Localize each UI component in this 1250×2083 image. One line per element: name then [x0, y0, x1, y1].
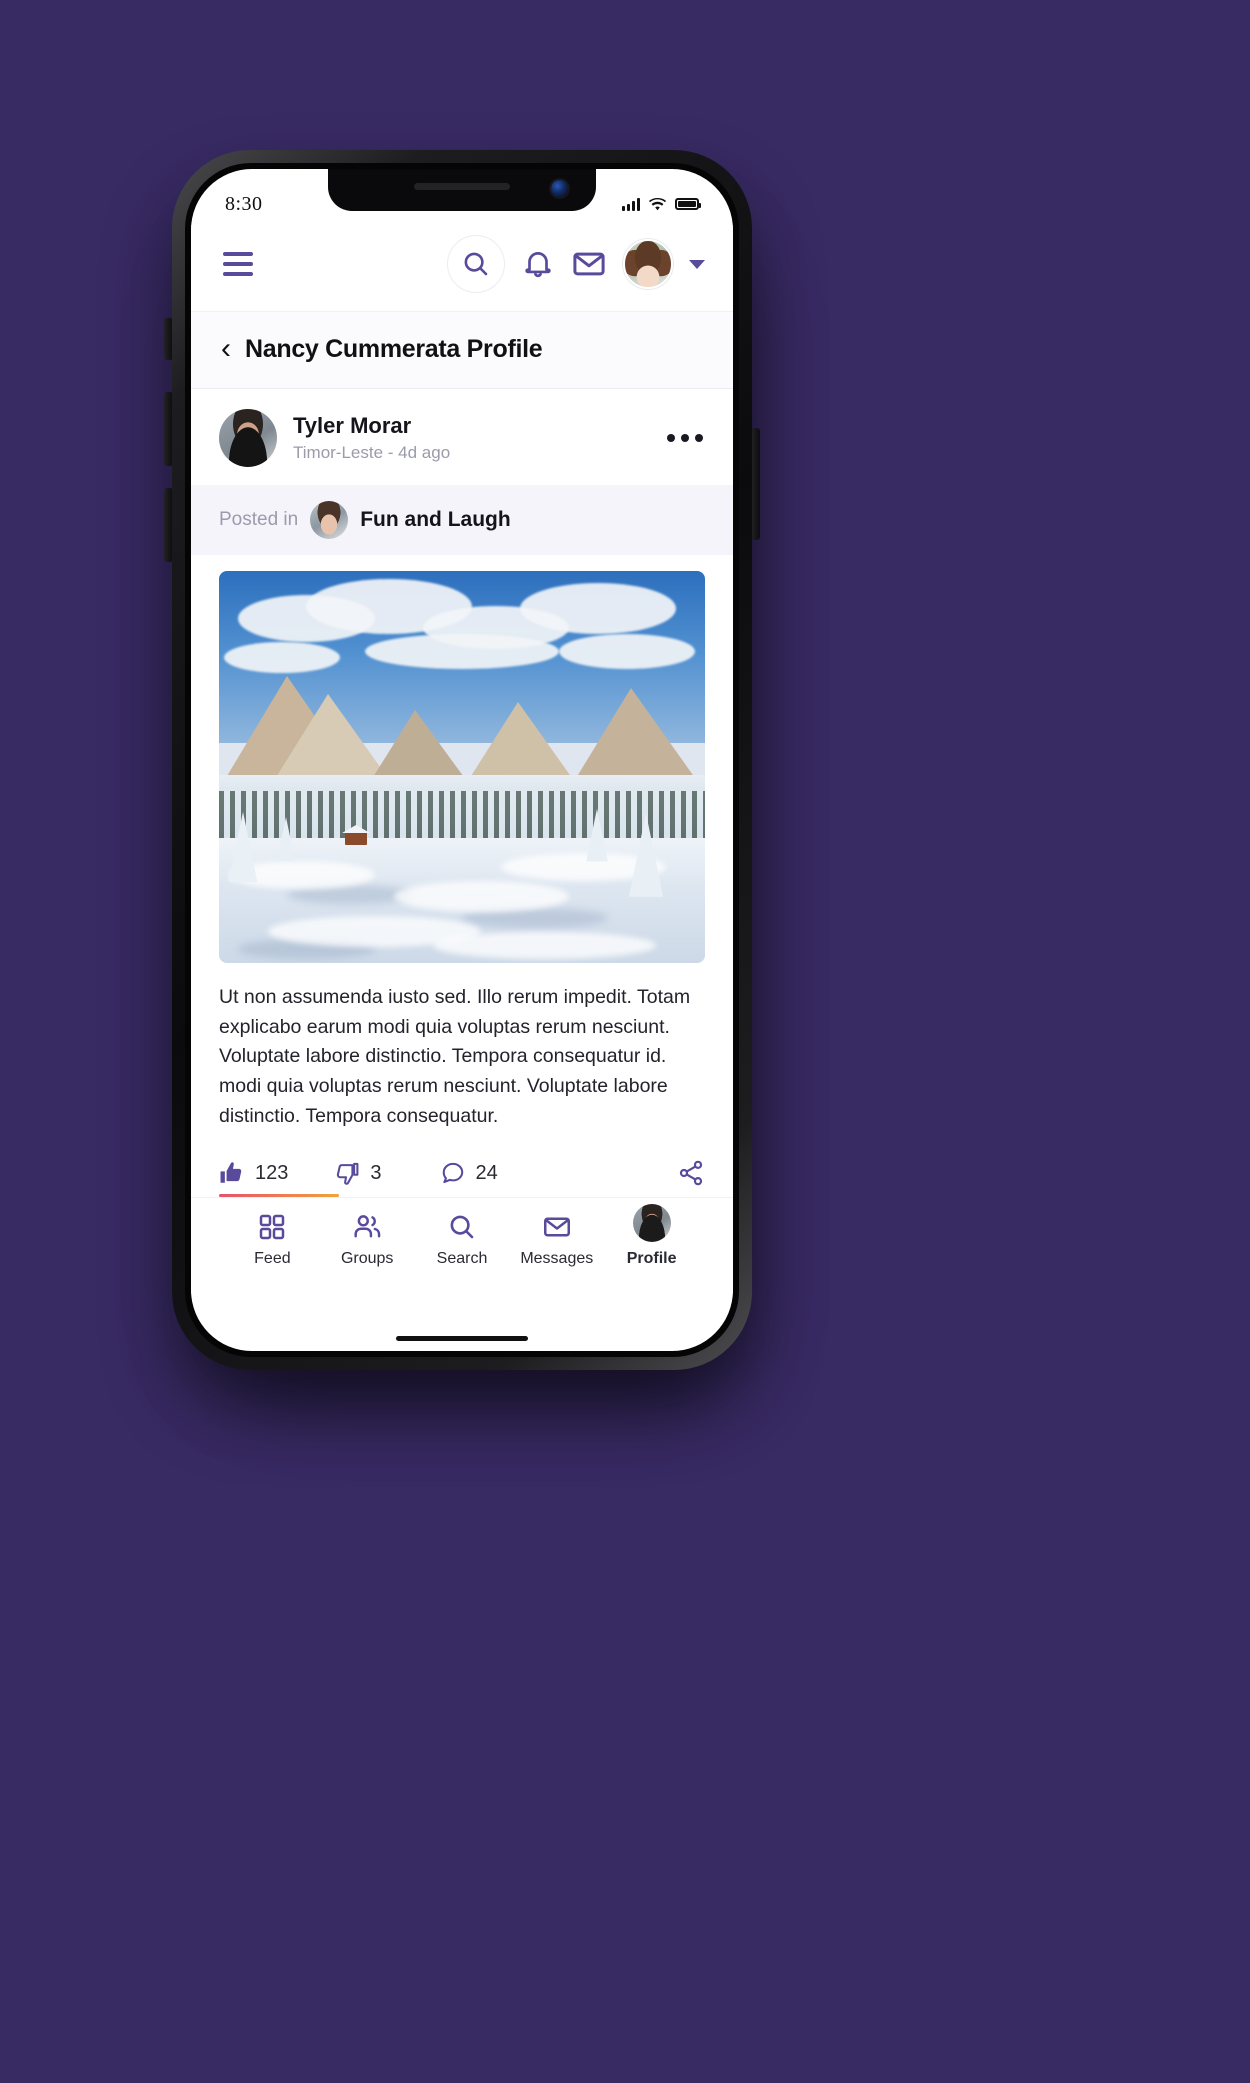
chevron-left-icon[interactable]: ‹	[221, 334, 231, 364]
profile-avatar-icon	[632, 1204, 671, 1243]
tab-label: Feed	[254, 1250, 291, 1268]
snowy-mountain-photo[interactable]	[219, 571, 705, 963]
nav-actions	[447, 235, 705, 293]
author-avatar[interactable]	[219, 409, 277, 467]
tab-search[interactable]: Search	[415, 1212, 510, 1268]
post-meta-text: Timor-Leste - 4d ago	[293, 443, 451, 462]
user-avatar[interactable]	[623, 239, 673, 289]
post-header: Tyler Morar Timor-Leste - 4d ago	[191, 389, 733, 485]
grid-icon	[260, 1214, 285, 1240]
tab-groups[interactable]: Groups	[320, 1212, 415, 1268]
post-actions-wrapper: 123 3 24	[191, 1141, 733, 1198]
photo-cloud	[559, 633, 696, 669]
post-actions: 123 3 24	[191, 1141, 733, 1197]
group-name[interactable]: Fun and Laugh	[360, 508, 510, 532]
dislike-button[interactable]: 3	[334, 1160, 382, 1186]
battery-icon	[675, 198, 701, 210]
search-icon[interactable]	[447, 235, 505, 293]
post-author-block: Tyler Morar Timor-Leste - 4d ago	[293, 413, 649, 463]
status-indicators	[622, 184, 701, 211]
people-icon	[354, 1215, 381, 1238]
thumbs-up-icon	[220, 1162, 242, 1183]
post-body-text: Ut non assumenda iusto sed. Illo rerum i…	[219, 986, 691, 1127]
screenshot-stage: 8:30 ‹ Nancy Cummerata Profile Tyler Mor…	[0, 0, 1250, 2083]
home-indicator	[396, 1336, 528, 1341]
phone-power-button[interactable]	[751, 428, 760, 540]
hamburger-menu-icon[interactable]	[219, 248, 257, 280]
status-time: 8:30	[225, 192, 263, 215]
app-top-navigation	[191, 225, 733, 311]
chevron-down-icon[interactable]	[689, 259, 705, 269]
status-bar: 8:30	[191, 169, 733, 225]
thumbs-down-icon	[337, 1162, 359, 1185]
like-button[interactable]: 123	[219, 1160, 288, 1186]
comment-count: 24	[475, 1161, 498, 1184]
share-icon	[679, 1160, 703, 1186]
envelope-icon[interactable]	[571, 246, 607, 282]
tab-label: Messages	[520, 1250, 594, 1268]
like-count: 123	[255, 1161, 289, 1184]
photo-cabin	[342, 825, 371, 846]
group-avatar[interactable]	[310, 501, 349, 539]
comment-button[interactable]: 24	[440, 1160, 498, 1186]
tab-label: Profile	[626, 1250, 677, 1268]
share-button[interactable]	[677, 1159, 705, 1187]
posted-in-label: Posted in	[219, 509, 299, 530]
bottom-tab-bar: Feed Groups Search Messages Profile	[191, 1197, 733, 1295]
page-title: Nancy Cummerata Profile	[245, 334, 543, 363]
phone-frame: 8:30 ‹ Nancy Cummerata Profile Tyler Mor…	[172, 150, 752, 1370]
tab-feed[interactable]: Feed	[225, 1212, 320, 1268]
wifi-icon	[649, 197, 666, 210]
phone-bezel: 8:30 ‹ Nancy Cummerata Profile Tyler Mor…	[185, 163, 739, 1357]
more-options-icon[interactable]	[665, 424, 705, 452]
post-image-container	[191, 555, 733, 963]
post-author-name[interactable]: Tyler Morar	[293, 413, 649, 439]
tab-profile[interactable]: Profile	[604, 1204, 699, 1268]
posted-in-bar: Posted in Fun and Laugh	[191, 485, 733, 555]
post-card: Tyler Morar Timor-Leste - 4d ago Posted …	[191, 389, 733, 1198]
tab-messages[interactable]: Messages	[509, 1212, 604, 1268]
dislike-count: 3	[370, 1161, 382, 1184]
photo-cloud	[364, 633, 560, 669]
comment-bubble-icon	[442, 1162, 463, 1184]
tab-label: Search	[436, 1250, 488, 1268]
phone-screen: 8:30 ‹ Nancy Cummerata Profile Tyler Mor…	[191, 169, 733, 1351]
signal-bars-icon	[622, 197, 640, 211]
bell-icon[interactable]	[521, 247, 555, 281]
photo-cloud	[520, 582, 676, 634]
tab-label: Groups	[340, 1250, 394, 1268]
page-header: ‹ Nancy Cummerata Profile	[191, 311, 733, 389]
search-icon	[450, 1215, 474, 1239]
envelope-icon	[543, 1217, 570, 1237]
photo-cloud	[223, 641, 341, 673]
like-progress-underline	[219, 1194, 339, 1198]
